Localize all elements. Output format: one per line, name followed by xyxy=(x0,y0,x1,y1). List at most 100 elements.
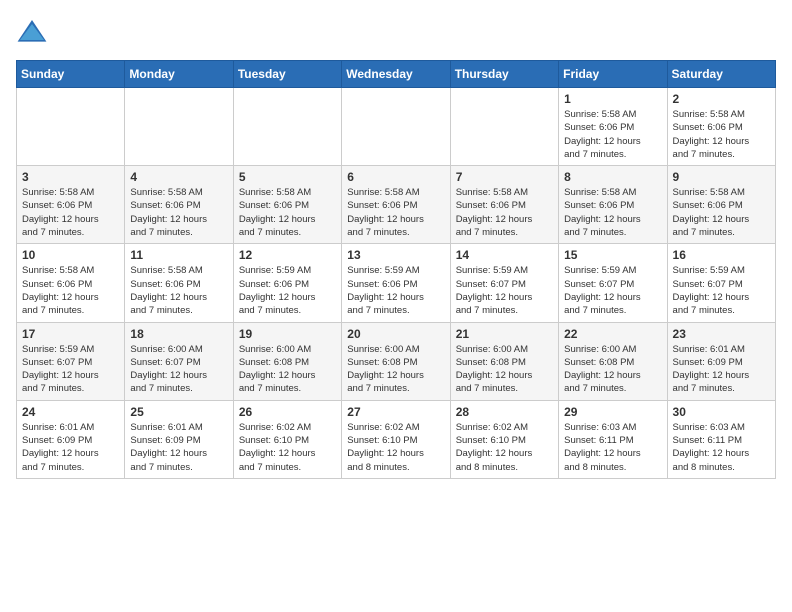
calendar-week-5: 24 Sunrise: 6:01 AM Sunset: 6:09 PM Dayli… xyxy=(17,400,776,478)
calendar-cell: 8 Sunrise: 5:58 AM Sunset: 6:06 PM Daylig… xyxy=(559,166,667,244)
day-number: 8 xyxy=(564,170,661,184)
day-info: Sunrise: 5:58 AM Sunset: 6:06 PM Dayligh… xyxy=(239,186,336,239)
calendar-cell: 17 Sunrise: 5:59 AM Sunset: 6:07 PM Dayli… xyxy=(17,322,125,400)
day-info: Sunrise: 5:58 AM Sunset: 6:06 PM Dayligh… xyxy=(130,186,227,239)
day-header-tuesday: Tuesday xyxy=(233,61,341,88)
day-info: Sunrise: 6:01 AM Sunset: 6:09 PM Dayligh… xyxy=(673,343,770,396)
day-number: 10 xyxy=(22,248,119,262)
day-info: Sunrise: 5:58 AM Sunset: 6:06 PM Dayligh… xyxy=(456,186,553,239)
calendar-cell xyxy=(125,88,233,166)
day-info: Sunrise: 5:59 AM Sunset: 6:07 PM Dayligh… xyxy=(22,343,119,396)
day-number: 30 xyxy=(673,405,770,419)
calendar-cell: 6 Sunrise: 5:58 AM Sunset: 6:06 PM Daylig… xyxy=(342,166,450,244)
calendar-cell: 7 Sunrise: 5:58 AM Sunset: 6:06 PM Daylig… xyxy=(450,166,558,244)
calendar-cell: 22 Sunrise: 6:00 AM Sunset: 6:08 PM Dayli… xyxy=(559,322,667,400)
day-number: 6 xyxy=(347,170,444,184)
day-info: Sunrise: 5:59 AM Sunset: 6:07 PM Dayligh… xyxy=(564,264,661,317)
calendar-cell xyxy=(450,88,558,166)
day-number: 12 xyxy=(239,248,336,262)
calendar-cell: 11Sunrise: 5:58 AM Sunset: 6:06 PM Dayli… xyxy=(125,244,233,322)
calendar-cell: 21 Sunrise: 6:00 AM Sunset: 6:08 PM Dayli… xyxy=(450,322,558,400)
day-info: Sunrise: 6:01 AM Sunset: 6:09 PM Dayligh… xyxy=(130,421,227,474)
calendar-cell xyxy=(233,88,341,166)
calendar-cell xyxy=(17,88,125,166)
calendar-week-4: 17 Sunrise: 5:59 AM Sunset: 6:07 PM Dayli… xyxy=(17,322,776,400)
day-info: Sunrise: 6:03 AM Sunset: 6:11 PM Dayligh… xyxy=(564,421,661,474)
day-number: 9 xyxy=(673,170,770,184)
day-number: 16 xyxy=(673,248,770,262)
logo-icon xyxy=(16,16,48,48)
day-info: Sunrise: 6:02 AM Sunset: 6:10 PM Dayligh… xyxy=(456,421,553,474)
day-number: 21 xyxy=(456,327,553,341)
day-number: 2 xyxy=(673,92,770,106)
calendar-cell: 19 Sunrise: 6:00 AM Sunset: 6:08 PM Dayli… xyxy=(233,322,341,400)
day-info: Sunrise: 5:58 AM Sunset: 6:06 PM Dayligh… xyxy=(564,108,661,161)
day-header-friday: Friday xyxy=(559,61,667,88)
calendar-cell xyxy=(342,88,450,166)
calendar-cell: 18Sunrise: 6:00 AM Sunset: 6:07 PM Dayli… xyxy=(125,322,233,400)
calendar-cell: 29Sunrise: 6:03 AM Sunset: 6:11 PM Dayli… xyxy=(559,400,667,478)
day-number: 20 xyxy=(347,327,444,341)
day-number: 1 xyxy=(564,92,661,106)
calendar-cell: 9 Sunrise: 5:58 AM Sunset: 6:06 PM Daylig… xyxy=(667,166,775,244)
day-number: 27 xyxy=(347,405,444,419)
calendar-cell: 2Sunrise: 5:58 AM Sunset: 6:06 PM Daylig… xyxy=(667,88,775,166)
calendar-cell: 1 Sunrise: 5:58 AM Sunset: 6:06 PM Daylig… xyxy=(559,88,667,166)
calendar-cell: 14 Sunrise: 5:59 AM Sunset: 6:07 PM Dayli… xyxy=(450,244,558,322)
day-header-thursday: Thursday xyxy=(450,61,558,88)
day-header-wednesday: Wednesday xyxy=(342,61,450,88)
day-info: Sunrise: 6:03 AM Sunset: 6:11 PM Dayligh… xyxy=(673,421,770,474)
day-number: 7 xyxy=(456,170,553,184)
calendar-week-2: 3 Sunrise: 5:58 AM Sunset: 6:06 PM Daylig… xyxy=(17,166,776,244)
day-number: 14 xyxy=(456,248,553,262)
calendar-week-3: 10 Sunrise: 5:58 AM Sunset: 6:06 PM Dayli… xyxy=(17,244,776,322)
day-info: Sunrise: 5:59 AM Sunset: 6:07 PM Dayligh… xyxy=(456,264,553,317)
day-info: Sunrise: 6:00 AM Sunset: 6:08 PM Dayligh… xyxy=(239,343,336,396)
day-number: 13 xyxy=(347,248,444,262)
day-number: 24 xyxy=(22,405,119,419)
day-number: 22 xyxy=(564,327,661,341)
day-number: 28 xyxy=(456,405,553,419)
calendar-cell: 25 Sunrise: 6:01 AM Sunset: 6:09 PM Dayli… xyxy=(125,400,233,478)
calendar-cell: 16Sunrise: 5:59 AM Sunset: 6:07 PM Dayli… xyxy=(667,244,775,322)
page-header xyxy=(16,16,776,48)
day-info: Sunrise: 5:58 AM Sunset: 6:06 PM Dayligh… xyxy=(347,186,444,239)
calendar-cell: 30 Sunrise: 6:03 AM Sunset: 6:11 PM Dayli… xyxy=(667,400,775,478)
calendar-cell: 5 Sunrise: 5:58 AM Sunset: 6:06 PM Daylig… xyxy=(233,166,341,244)
calendar-cell: 26 Sunrise: 6:02 AM Sunset: 6:10 PM Dayli… xyxy=(233,400,341,478)
day-number: 5 xyxy=(239,170,336,184)
day-number: 26 xyxy=(239,405,336,419)
day-info: Sunrise: 6:00 AM Sunset: 6:07 PM Dayligh… xyxy=(130,343,227,396)
day-info: Sunrise: 5:58 AM Sunset: 6:06 PM Dayligh… xyxy=(22,264,119,317)
day-number: 19 xyxy=(239,327,336,341)
calendar-cell: 3 Sunrise: 5:58 AM Sunset: 6:06 PM Daylig… xyxy=(17,166,125,244)
day-number: 4 xyxy=(130,170,227,184)
calendar-cell: 12 Sunrise: 5:59 AM Sunset: 6:06 PM Dayli… xyxy=(233,244,341,322)
day-number: 17 xyxy=(22,327,119,341)
calendar-cell: 20 Sunrise: 6:00 AM Sunset: 6:08 PM Dayli… xyxy=(342,322,450,400)
day-number: 15 xyxy=(564,248,661,262)
day-info: Sunrise: 5:59 AM Sunset: 6:06 PM Dayligh… xyxy=(239,264,336,317)
day-info: Sunrise: 5:59 AM Sunset: 6:06 PM Dayligh… xyxy=(347,264,444,317)
calendar-header-row: SundayMondayTuesdayWednesdayThursdayFrid… xyxy=(17,61,776,88)
calendar: SundayMondayTuesdayWednesdayThursdayFrid… xyxy=(16,60,776,479)
day-info: Sunrise: 6:01 AM Sunset: 6:09 PM Dayligh… xyxy=(22,421,119,474)
day-info: Sunrise: 6:02 AM Sunset: 6:10 PM Dayligh… xyxy=(239,421,336,474)
day-info: Sunrise: 6:02 AM Sunset: 6:10 PM Dayligh… xyxy=(347,421,444,474)
day-info: Sunrise: 6:00 AM Sunset: 6:08 PM Dayligh… xyxy=(347,343,444,396)
calendar-cell: 28 Sunrise: 6:02 AM Sunset: 6:10 PM Dayli… xyxy=(450,400,558,478)
day-info: Sunrise: 5:58 AM Sunset: 6:06 PM Dayligh… xyxy=(564,186,661,239)
day-number: 11 xyxy=(130,248,227,262)
day-info: Sunrise: 5:58 AM Sunset: 6:06 PM Dayligh… xyxy=(22,186,119,239)
day-number: 25 xyxy=(130,405,227,419)
day-number: 3 xyxy=(22,170,119,184)
calendar-cell: 24 Sunrise: 6:01 AM Sunset: 6:09 PM Dayli… xyxy=(17,400,125,478)
day-info: Sunrise: 6:00 AM Sunset: 6:08 PM Dayligh… xyxy=(456,343,553,396)
calendar-cell: 4 Sunrise: 5:58 AM Sunset: 6:06 PM Daylig… xyxy=(125,166,233,244)
calendar-cell: 23Sunrise: 6:01 AM Sunset: 6:09 PM Dayli… xyxy=(667,322,775,400)
day-info: Sunrise: 6:00 AM Sunset: 6:08 PM Dayligh… xyxy=(564,343,661,396)
calendar-cell: 13 Sunrise: 5:59 AM Sunset: 6:06 PM Dayli… xyxy=(342,244,450,322)
day-header-saturday: Saturday xyxy=(667,61,775,88)
logo xyxy=(16,16,52,48)
day-info: Sunrise: 5:58 AM Sunset: 6:06 PM Dayligh… xyxy=(673,186,770,239)
